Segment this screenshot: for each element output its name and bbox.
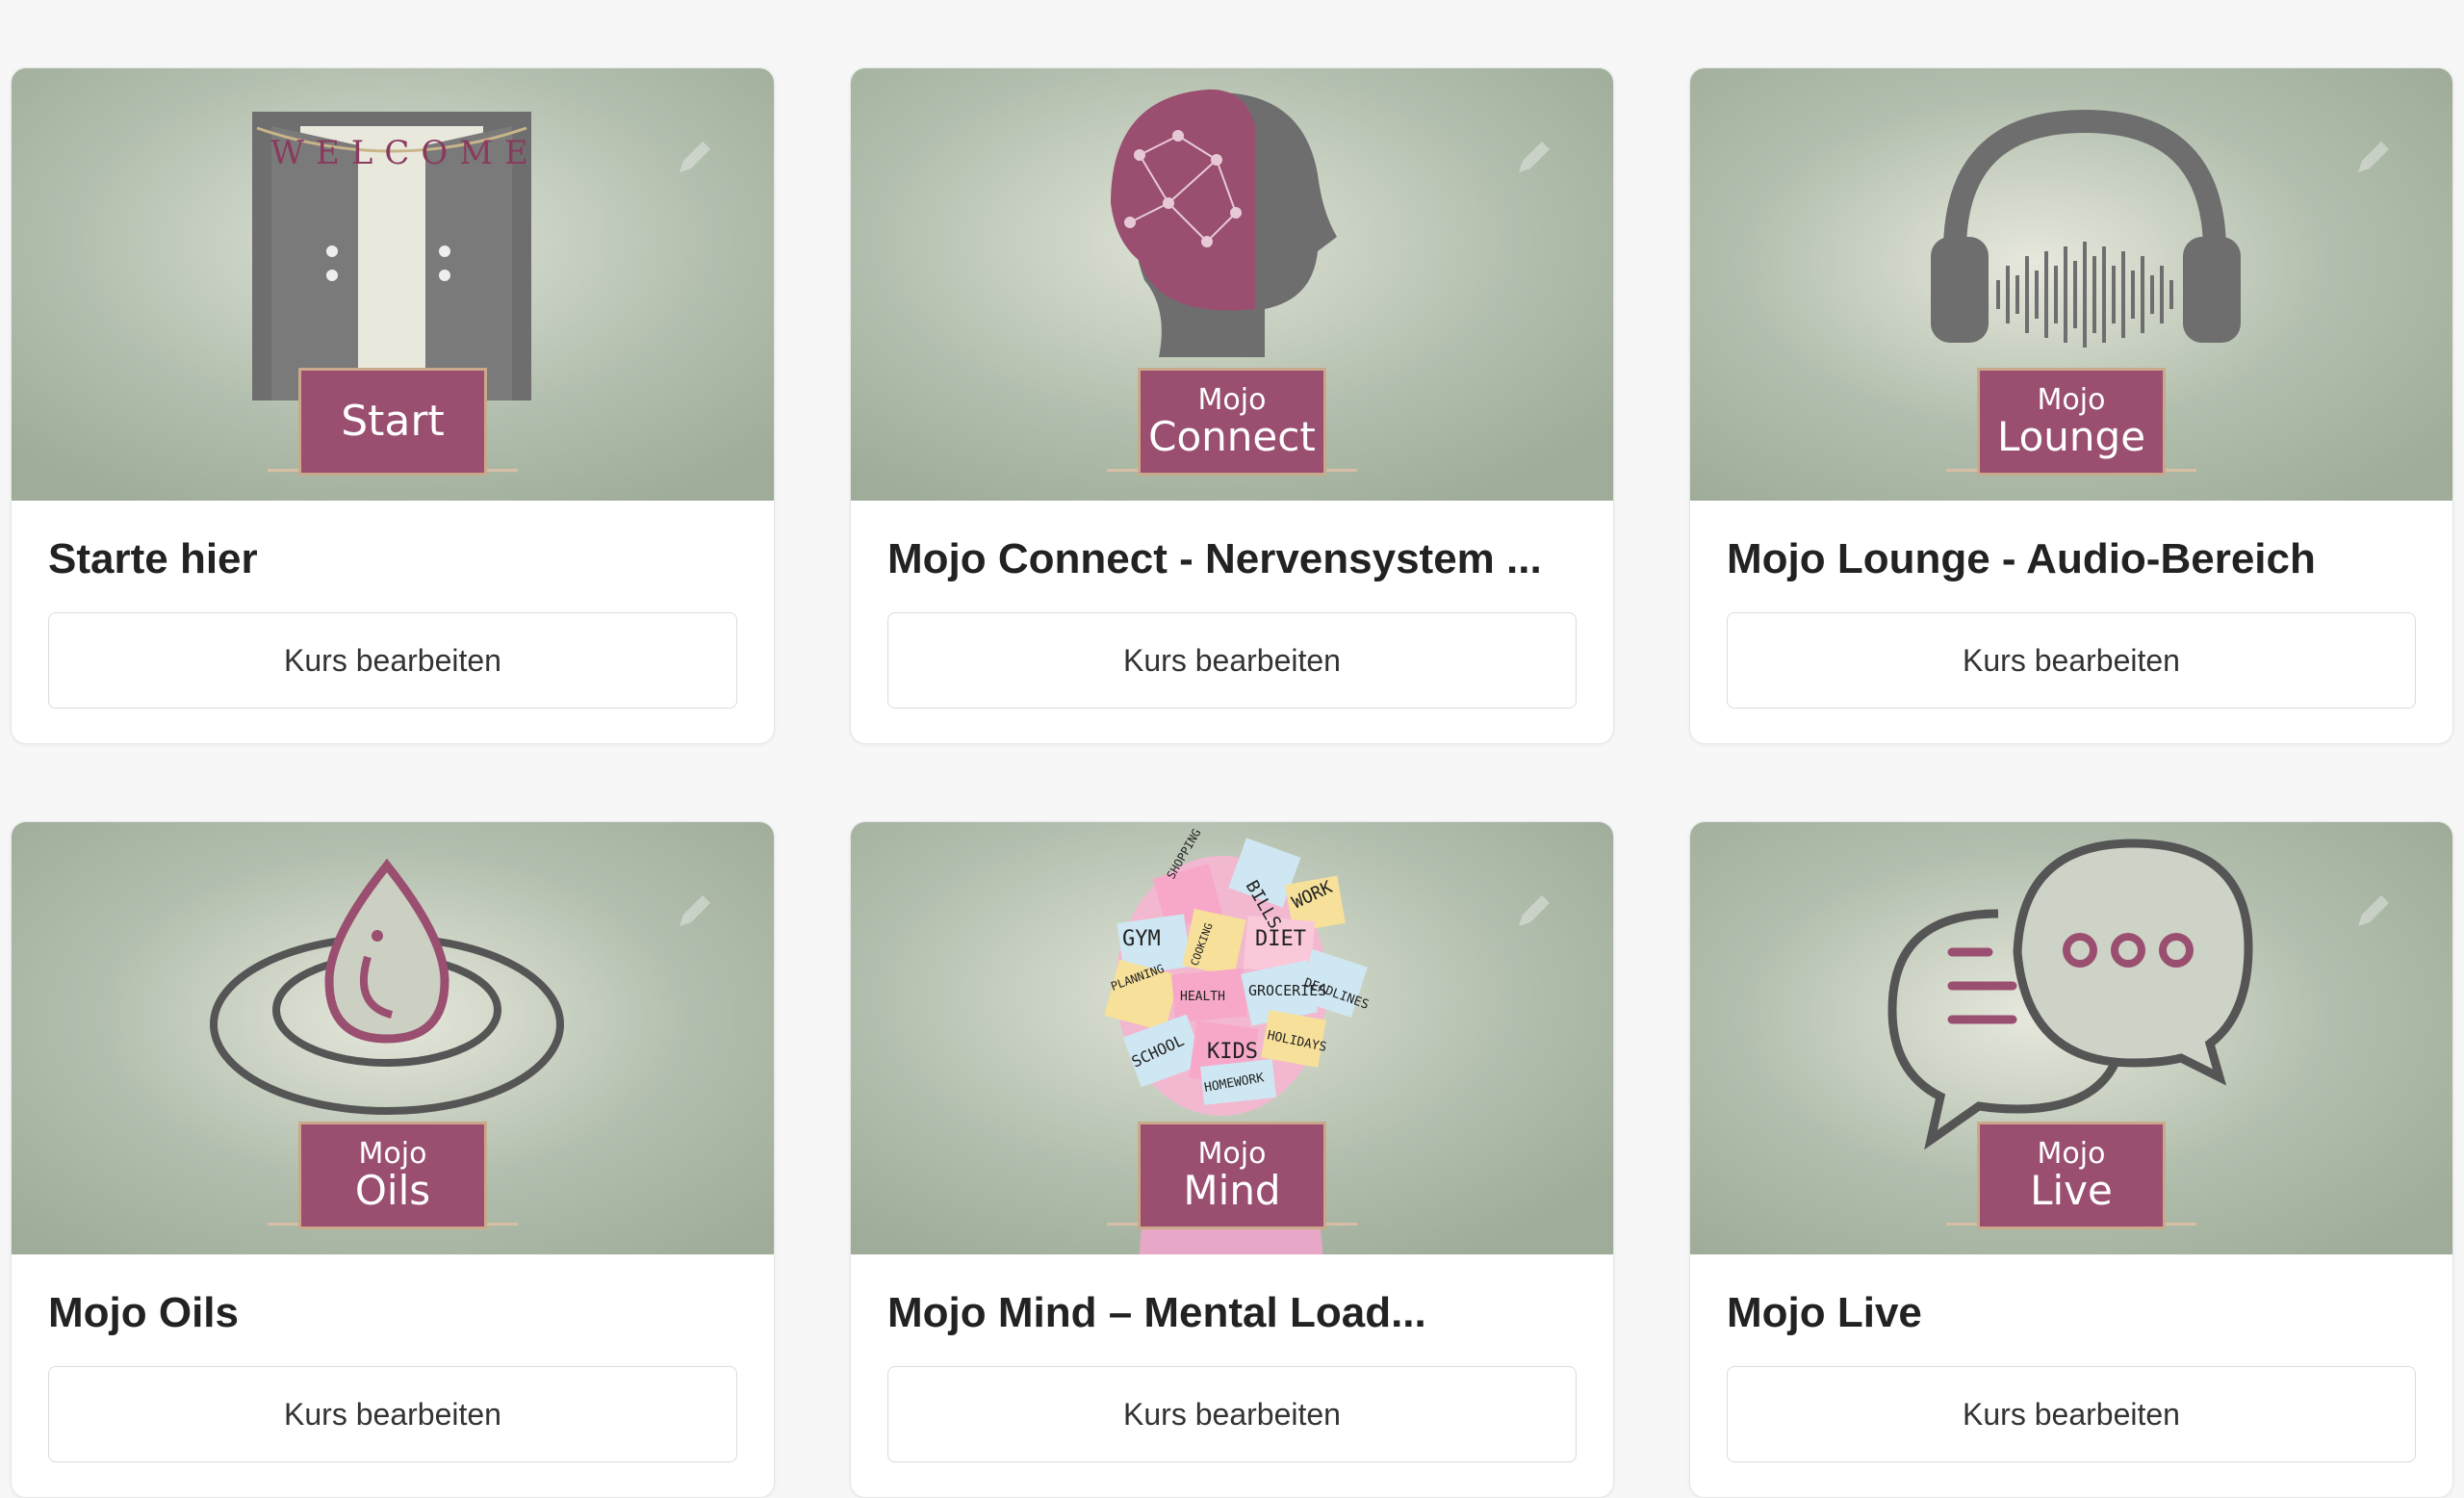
pencil-icon[interactable] — [1511, 890, 1555, 934]
course-thumbnail[interactable]: Mojo Live — [1690, 822, 2452, 1254]
course-title[interactable]: Mojo Live — [1727, 1289, 2416, 1337]
course-title[interactable]: Mojo Connect - Nervensystem ... — [887, 535, 1577, 583]
course-badge: Mojo Oils — [298, 1122, 487, 1229]
course-thumbnail[interactable]: Mojo Oils — [12, 822, 774, 1254]
course-card[interactable]: Mojo Lounge Mojo Lounge - Audio-Bereich … — [1689, 67, 2453, 744]
pencil-icon[interactable] — [1511, 136, 1555, 180]
course-card[interactable]: Mojo Live Mojo Live Kurs bearbeiten — [1689, 821, 2453, 1498]
svg-text:GYM: GYM — [1122, 927, 1161, 951]
edit-course-button[interactable]: Kurs bearbeiten — [1727, 1366, 2416, 1462]
pencil-icon[interactable] — [2350, 136, 2395, 180]
course-title[interactable]: Mojo Oils — [48, 1289, 737, 1337]
edit-course-button[interactable]: Kurs bearbeiten — [48, 612, 737, 709]
svg-text:WELCOME: WELCOME — [270, 134, 540, 172]
course-badge: Mojo Connect — [1138, 368, 1326, 476]
course-thumbnail[interactable]: Mojo Connect — [851, 68, 1613, 501]
edit-course-button[interactable]: Kurs bearbeiten — [887, 1366, 1577, 1462]
svg-text:KIDS: KIDS — [1207, 1040, 1258, 1064]
course-badge: Mojo Live — [1977, 1122, 2166, 1229]
edit-course-button[interactable]: Kurs bearbeiten — [1727, 612, 2416, 709]
svg-text:HEALTH: HEALTH — [1180, 990, 1225, 1004]
course-badge: Mojo Lounge — [1977, 368, 2166, 476]
course-card[interactable]: Mojo Connect Mojo Connect - Nervensystem… — [850, 67, 1614, 744]
welcome-banner: WELCOME — [270, 134, 540, 172]
pencil-icon[interactable] — [2350, 890, 2395, 934]
course-thumbnail[interactable]: Mojo Lounge — [1690, 68, 2452, 501]
course-thumbnail[interactable]: BILLS WORK GYM DIET HEALTH GROCERIES DEA… — [851, 822, 1613, 1254]
course-badge: Mojo Mind — [1138, 1122, 1326, 1229]
pencil-icon[interactable] — [672, 890, 716, 934]
course-card[interactable]: BILLS WORK GYM DIET HEALTH GROCERIES DEA… — [850, 821, 1614, 1498]
edit-course-button[interactable]: Kurs bearbeiten — [48, 1366, 737, 1462]
course-title[interactable]: Mojo Lounge - Audio-Bereich — [1727, 535, 2416, 583]
svg-text:DIET: DIET — [1255, 927, 1306, 951]
course-title[interactable]: Mojo Mind – Mental Load... — [887, 1289, 1577, 1337]
course-card[interactable]: Mojo Oils Mojo Oils Kurs bearbeiten — [11, 821, 775, 1498]
edit-course-button[interactable]: Kurs bearbeiten — [887, 612, 1577, 709]
course-title[interactable]: Starte hier — [48, 535, 737, 583]
